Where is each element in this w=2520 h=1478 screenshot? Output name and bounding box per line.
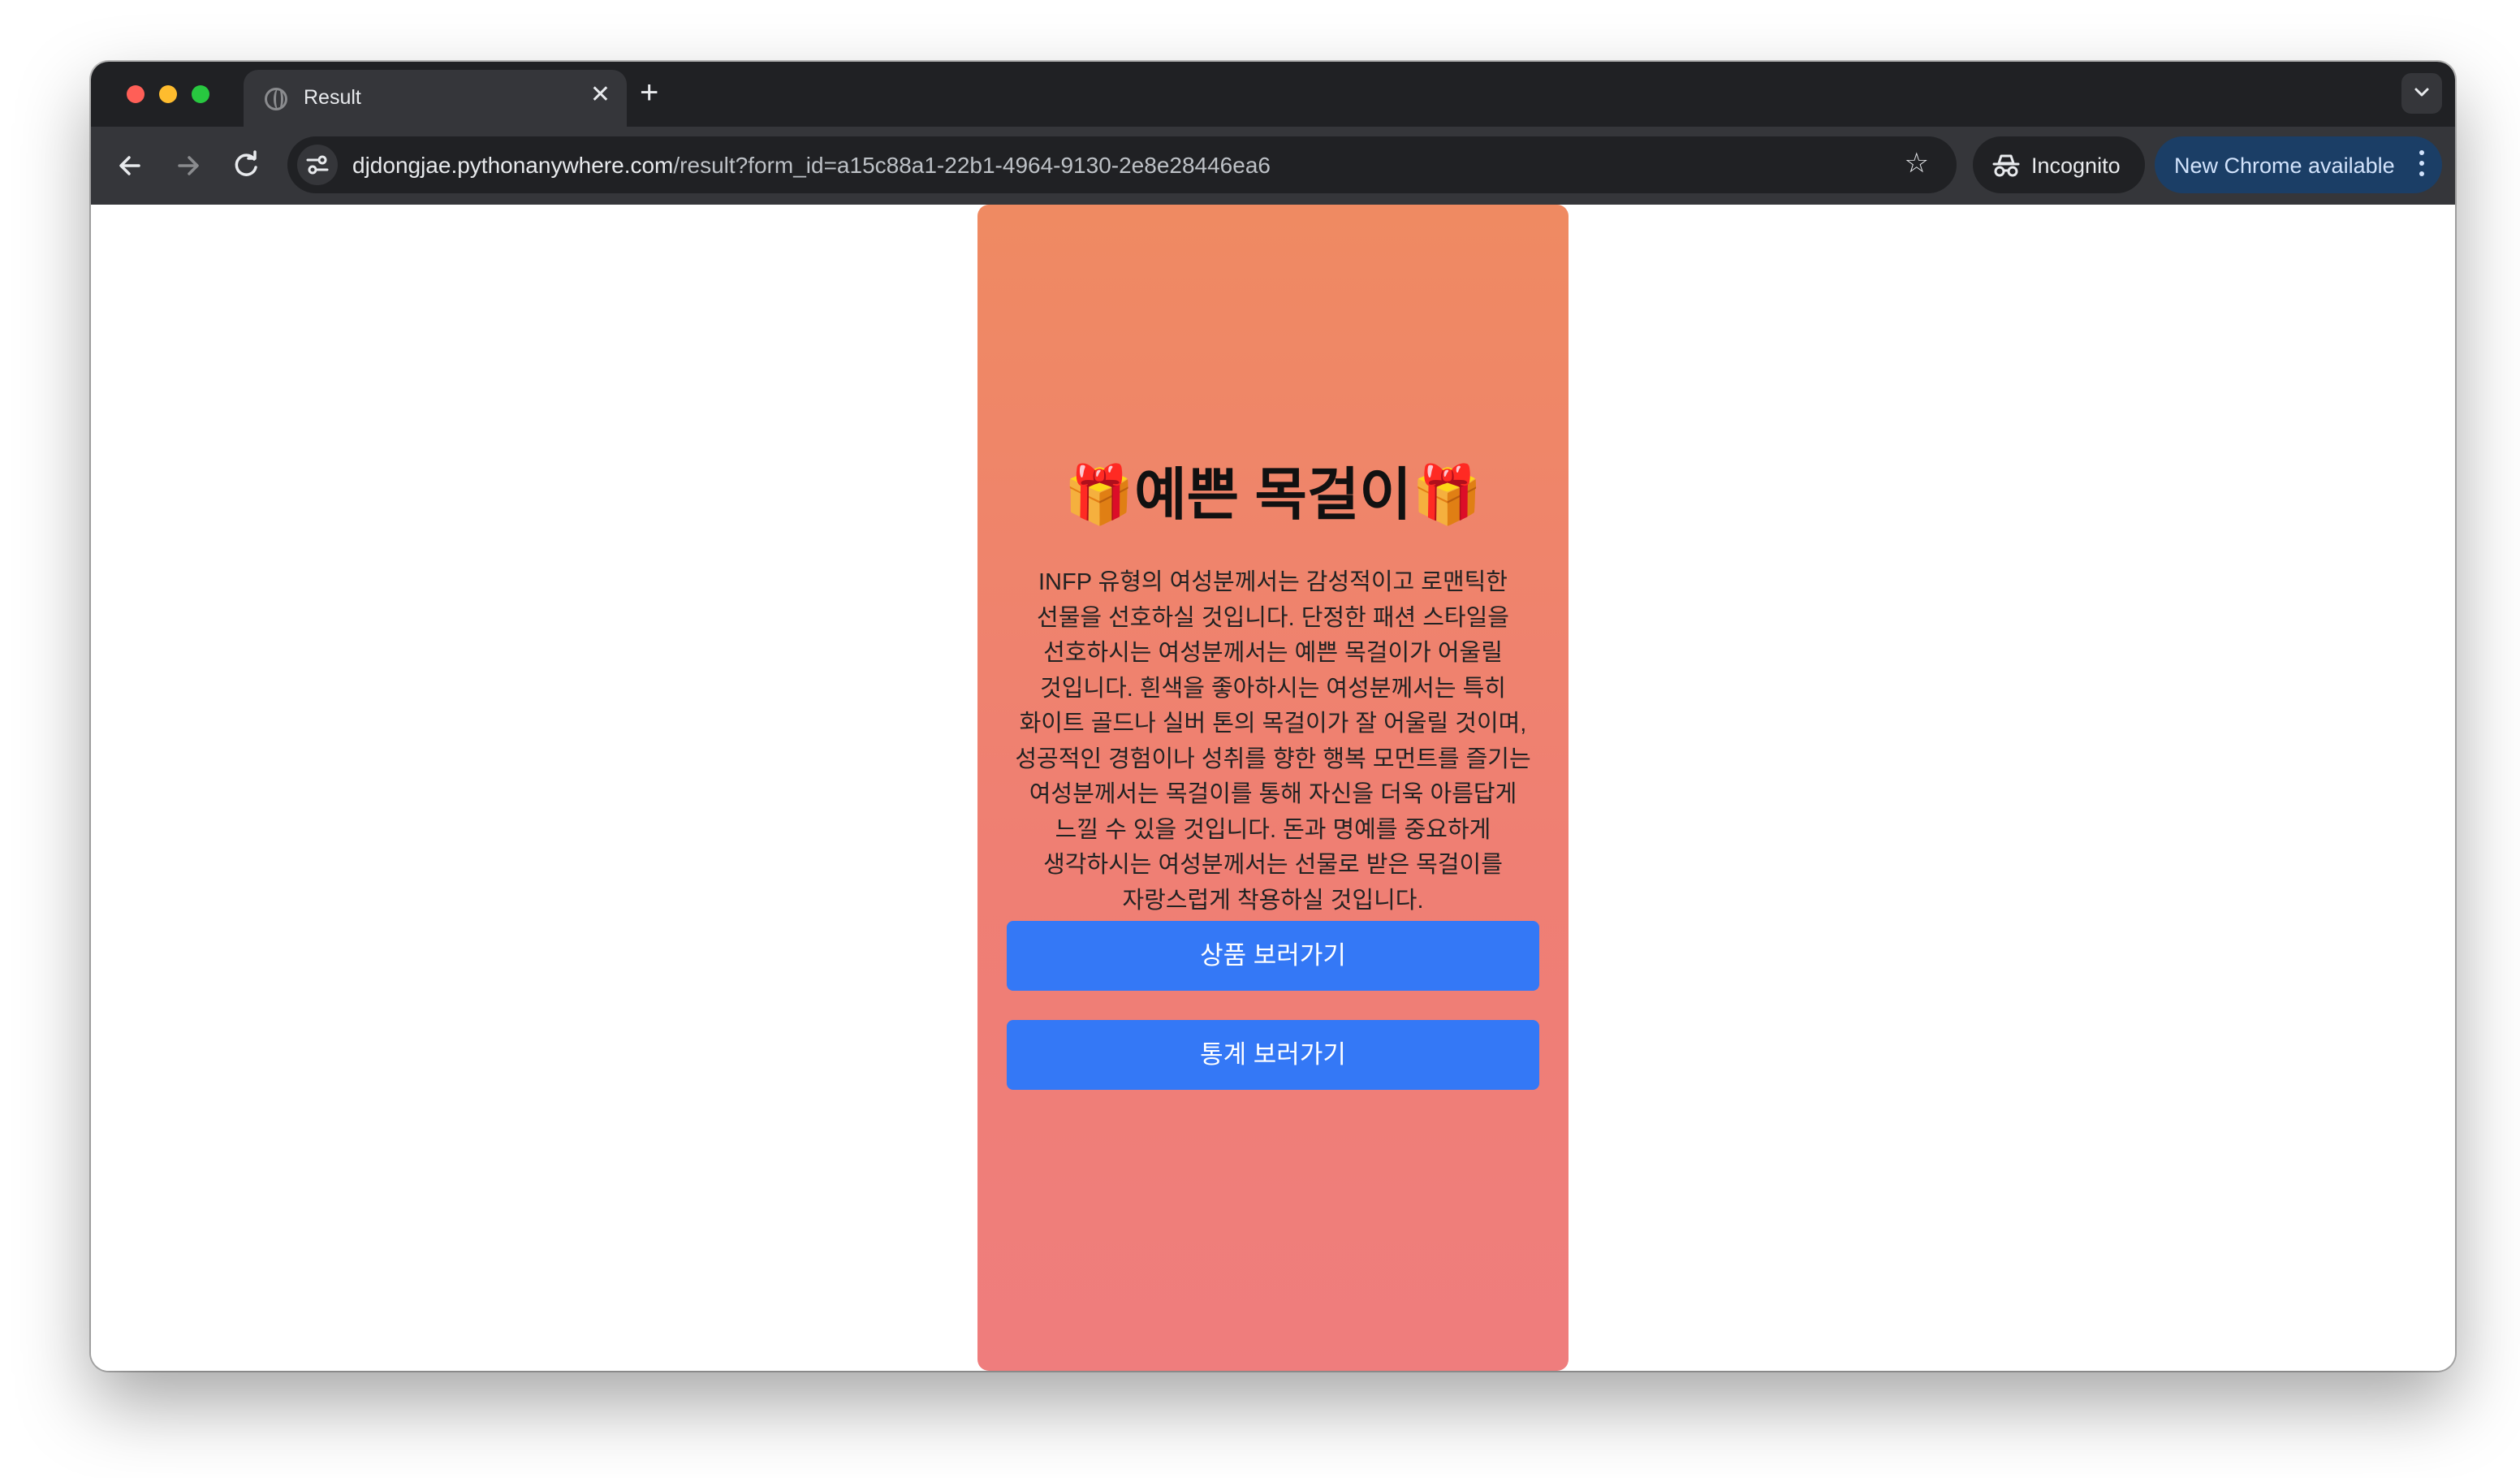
reload-icon [235, 150, 257, 176]
globe-favicon-icon [265, 88, 287, 110]
bookmark-star-icon[interactable]: ☆ [1905, 149, 1929, 177]
tab-close-icon[interactable]: ✕ [590, 83, 611, 107]
close-window-button[interactable] [127, 85, 145, 103]
tab-title: Result [304, 86, 361, 109]
url-path: /result?form_id=a15c88a1-22b1-4964-9130-… [673, 153, 1271, 178]
url-domain: djdongjae.pythonanywhere.com [352, 153, 674, 178]
site-info-button[interactable] [297, 145, 338, 185]
toolbar: djdongjae.pythonanywhere.com/result?form… [91, 127, 2455, 205]
back-arrow-icon [119, 156, 140, 175]
new-chrome-available-button[interactable]: New Chrome available [2155, 136, 2442, 193]
incognito-indicator[interactable]: Incognito [1973, 136, 2145, 193]
back-button[interactable] [112, 148, 148, 184]
page-viewport: 🎁예쁜 목걸이🎁 INFP 유형의 여성분께서는 감성적이고 로맨틱한 선물을 … [91, 205, 2455, 1371]
view-product-button[interactable]: 상품 보러가기 [1007, 921, 1539, 991]
view-stats-button[interactable]: 통계 보러가기 [1007, 1020, 1539, 1090]
forward-arrow-icon [178, 156, 199, 175]
result-title: 🎁예쁜 목걸이🎁 [1064, 463, 1482, 526]
desktop: Result ✕ + djdongjae.pythonanywhere.com/… [0, 0, 2520, 1478]
forward-button[interactable] [170, 148, 206, 184]
result-card: 🎁예쁜 목걸이🎁 INFP 유형의 여성분께서는 감성적이고 로맨틱한 선물을 … [977, 205, 1569, 1371]
site-info-icon [306, 155, 329, 175]
new-tab-button[interactable]: + [640, 76, 658, 109]
tab-strip: Result ✕ + [91, 62, 2455, 127]
incognito-icon [1992, 154, 2020, 177]
maximize-window-button[interactable] [192, 85, 209, 103]
url-text[interactable]: djdongjae.pythonanywhere.com/result?form… [352, 153, 1271, 179]
tab-search-chevron-icon [2414, 88, 2429, 97]
browser-window: Result ✕ + djdongjae.pythonanywhere.com/… [91, 62, 2455, 1371]
update-label: New Chrome available [2174, 153, 2395, 178]
minimize-window-button[interactable] [159, 85, 177, 103]
tab-search-button[interactable] [2401, 73, 2442, 114]
tab-result[interactable]: Result ✕ [244, 70, 627, 127]
address-bar[interactable]: djdongjae.pythonanywhere.com/result?form… [287, 136, 1957, 193]
incognito-label: Incognito [2031, 153, 2121, 178]
result-description: INFP 유형의 여성분께서는 감성적이고 로맨틱한 선물을 선호하실 것입니다… [1015, 569, 1531, 914]
more-menu-icon[interactable] [2419, 150, 2426, 179]
reload-button[interactable] [229, 148, 265, 184]
